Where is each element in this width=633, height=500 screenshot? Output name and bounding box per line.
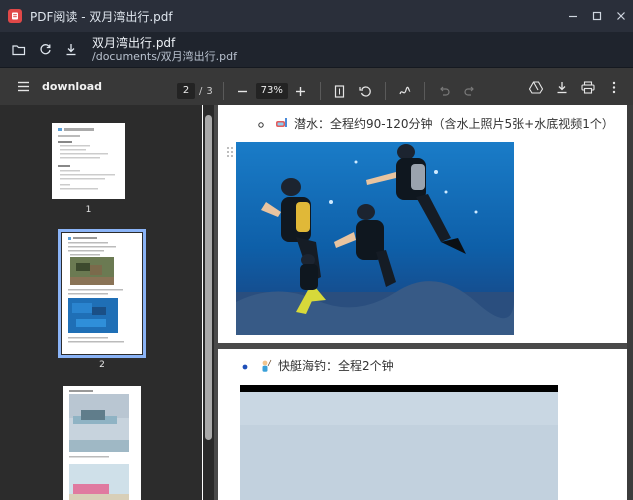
viewport-scrollbar[interactable] <box>627 105 633 500</box>
window-title: PDF阅读 - 双月湾出行.pdf <box>30 9 173 24</box>
menu-icon[interactable] <box>10 74 36 100</box>
thumbnail-image <box>58 229 146 358</box>
fishing-text: 快艇海钓：全程2个钟 <box>278 359 394 373</box>
divider <box>222 82 224 100</box>
file-name: 双月湾出行.pdf <box>92 35 176 50</box>
zoom-input[interactable]: 73% <box>255 83 288 99</box>
divider <box>384 82 386 100</box>
thumbnail-label: 1 <box>85 205 92 215</box>
page-number-input[interactable]: 2 <box>177 83 195 99</box>
thumbnail-image <box>63 386 141 500</box>
refresh-icon[interactable] <box>32 37 58 63</box>
thumbnail-page-1[interactable]: 1 <box>52 123 125 215</box>
divider <box>319 82 321 100</box>
download-icon[interactable] <box>58 37 84 63</box>
fishing-person-icon <box>258 359 272 373</box>
diving-text: 潜水：全程约90-120分钟（含水上照片5张+水底视频1个） <box>294 117 614 131</box>
total-pages: 3 <box>206 85 213 97</box>
filled-bullet <box>242 359 248 373</box>
page-separator: / <box>199 85 203 97</box>
thumbnail-page-2[interactable]: 2 <box>58 229 146 370</box>
maximize-button[interactable] <box>585 0 609 32</box>
annotate-icon[interactable] <box>392 78 418 104</box>
print-icon[interactable] <box>575 74 601 100</box>
thumbnail-sidebar: 1 2 <box>0 105 202 500</box>
fit-page-icon[interactable] <box>327 78 353 104</box>
thumbnail-label: 2 <box>99 360 105 370</box>
minimize-button[interactable] <box>561 0 585 32</box>
rotate-icon[interactable] <box>353 78 379 104</box>
file-path: /documents/双月湾出行.pdf <box>92 49 237 63</box>
fishing-line: 快艇海钓：全程2个钟 <box>242 357 394 374</box>
sidebar-scrollbar[interactable] <box>203 105 214 500</box>
download-pdf-icon[interactable] <box>549 74 575 100</box>
more-options-icon[interactable] <box>601 74 627 100</box>
google-drive-icon[interactable] <box>523 74 549 100</box>
scrollbar-thumb[interactable] <box>205 115 212 440</box>
folder-open-icon[interactable] <box>6 37 32 63</box>
document-title: download <box>42 80 103 93</box>
diving-photo <box>236 142 514 335</box>
thumbnail-image <box>52 123 125 199</box>
pdf-viewport[interactable]: 潜水：全程约90-120分钟（含水上照片5张+水底视频1个） 快艇海钓：全程2个… <box>214 105 633 500</box>
zoom-in-button[interactable] <box>288 78 314 104</box>
speedboat-photo <box>240 385 558 500</box>
pdf-page-3: 快艇海钓：全程2个钟 <box>218 349 628 500</box>
hollow-bullet <box>258 117 264 131</box>
pdf-page-2: 潜水：全程约90-120分钟（含水上照片5张+水底视频1个） <box>218 105 628 343</box>
close-button[interactable] <box>609 0 633 32</box>
zoom-out-button[interactable] <box>230 78 256 104</box>
file-info-bar: 双月湾出行.pdf /documents/双月湾出行.pdf <box>0 32 633 68</box>
drag-handle-icon[interactable] <box>226 146 236 160</box>
redo-icon[interactable] <box>457 78 483 104</box>
thumbnail-page-3[interactable] <box>63 386 141 500</box>
diving-mask-icon <box>274 117 288 131</box>
title-bar: PDF阅读 - 双月湾出行.pdf <box>0 0 633 32</box>
pdf-toolbar: download 2 / 3 73% <box>0 68 633 105</box>
pdf-app-icon <box>8 9 22 23</box>
undo-icon[interactable] <box>431 78 457 104</box>
file-meta: 双月湾出行.pdf /documents/双月湾出行.pdf <box>92 36 237 64</box>
divider <box>423 82 425 100</box>
diving-line: 潜水：全程约90-120分钟（含水上照片5张+水底视频1个） <box>258 115 614 132</box>
